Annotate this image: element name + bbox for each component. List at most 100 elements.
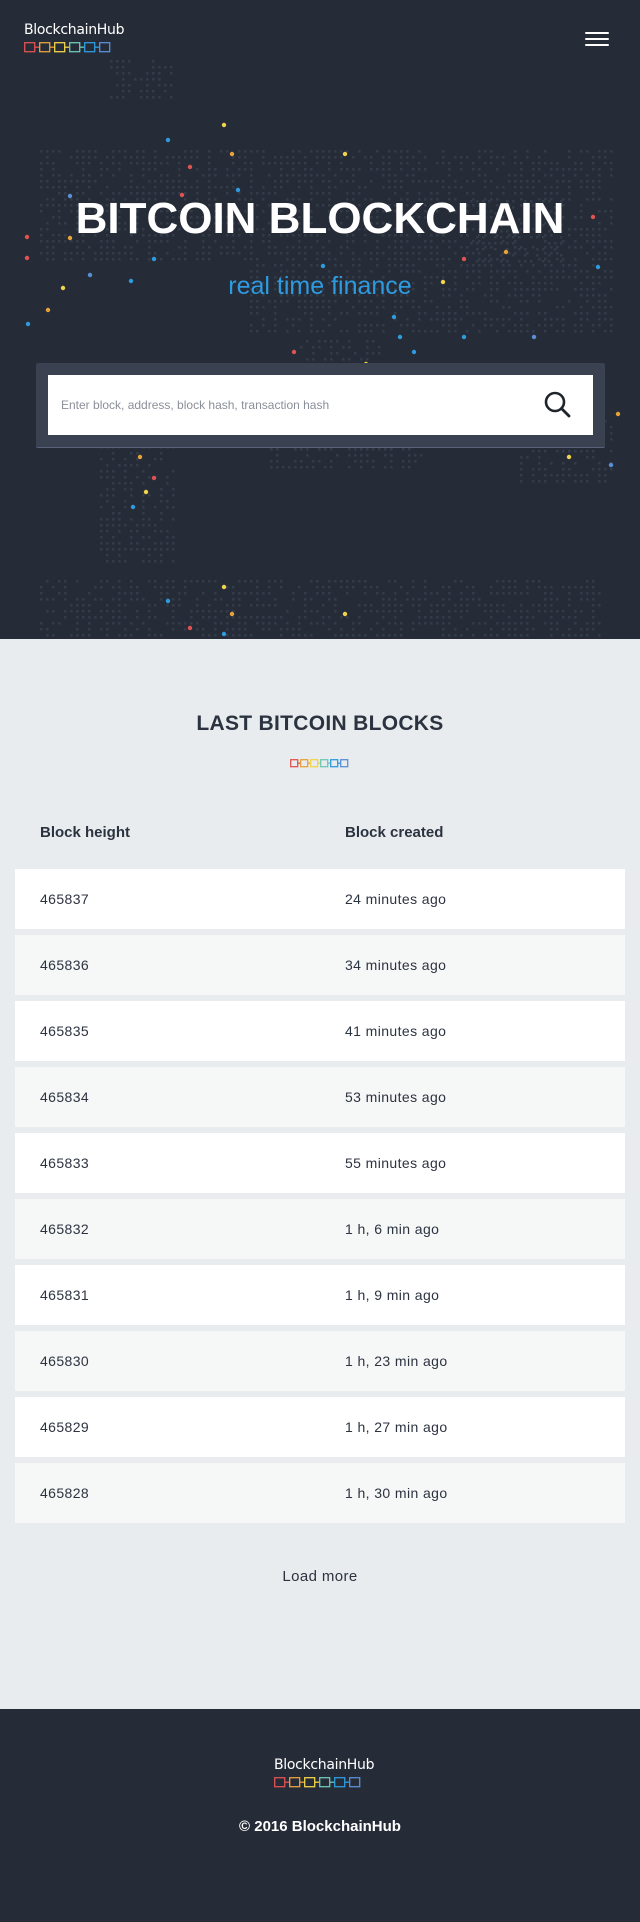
- block-created-cell: 1 h, 6 min ago: [345, 1221, 440, 1237]
- block-height-cell[interactable]: 465837: [40, 869, 89, 929]
- map-node-dot: [391, 314, 397, 320]
- chain-link: [340, 759, 349, 768]
- chain-link: [334, 1777, 346, 1788]
- block-created-cell: 24 minutes ago: [345, 891, 447, 907]
- table-row[interactable]: 465830 1 h, 23 min ago: [15, 1331, 625, 1391]
- chain-link: [69, 42, 81, 53]
- last-blocks-section: LAST BITCOIN BLOCKS Block height Block c…: [0, 639, 640, 1709]
- map-node-dot: [608, 462, 614, 468]
- block-created-cell: 1 h, 23 min ago: [345, 1353, 448, 1369]
- map-node-dot: [229, 151, 235, 157]
- search-input[interactable]: [48, 375, 528, 435]
- map-node-dot: [143, 489, 149, 495]
- table-row[interactable]: 465835 41 minutes ago: [15, 1001, 625, 1061]
- footer-logo[interactable]: BlockchainHub: [274, 1757, 374, 1788]
- block-height-cell[interactable]: 465836: [40, 935, 89, 995]
- hamburger-menu-icon[interactable]: [585, 30, 609, 48]
- table-row[interactable]: 465831 1 h, 9 min ago: [15, 1265, 625, 1325]
- table-row[interactable]: 465836 34 minutes ago: [15, 935, 625, 995]
- chain-link: [84, 42, 96, 53]
- chain-link: [24, 42, 36, 53]
- chain-link: [304, 1777, 316, 1788]
- block-height-cell[interactable]: 465834: [40, 1067, 89, 1127]
- map-node-dot: [151, 256, 157, 262]
- chain-divider-icon: [290, 759, 349, 768]
- table-row[interactable]: 465828 1 h, 30 min ago: [15, 1463, 625, 1523]
- footer: BlockchainHub © 2016 BlockchainHub: [0, 1709, 640, 1922]
- table-row[interactable]: 465829 1 h, 27 min ago: [15, 1397, 625, 1457]
- map-node-dot: [461, 334, 467, 340]
- map-node-dot: [165, 598, 171, 604]
- map-node-dot: [229, 611, 235, 617]
- chain-link: [274, 1777, 286, 1788]
- map-node-dot: [461, 256, 467, 262]
- map-node-dot: [221, 122, 227, 128]
- chain-link: [39, 42, 51, 53]
- block-height-cell[interactable]: 465833: [40, 1133, 89, 1193]
- block-created-cell: 1 h, 9 min ago: [345, 1287, 440, 1303]
- map-dot-grid: [40, 60, 613, 637]
- block-height-cell[interactable]: 465832: [40, 1199, 89, 1259]
- block-height-cell[interactable]: 465830: [40, 1331, 89, 1391]
- map-node-dot: [165, 137, 171, 143]
- hero-title: BITCOIN BLOCKCHAIN: [75, 194, 565, 243]
- block-created-cell: 41 minutes ago: [345, 1023, 447, 1039]
- block-height-cell[interactable]: 465835: [40, 1001, 89, 1061]
- chain-link: [54, 42, 66, 53]
- hero-section: BlockchainHub BITCOIN BLOCKCHAIN real ti…: [0, 0, 640, 639]
- chain-logo-icon: [24, 42, 111, 53]
- column-header-block-height: Block height: [40, 824, 131, 841]
- blocks-table: 465837 24 minutes ago 465836 34 minutes …: [15, 869, 625, 1529]
- block-created-cell: 53 minutes ago: [345, 1089, 447, 1105]
- table-row[interactable]: 465833 55 minutes ago: [15, 1133, 625, 1193]
- map-node-dot: [24, 255, 30, 261]
- map-node-dot: [151, 475, 157, 481]
- chain-link: [349, 1777, 361, 1788]
- block-height-cell[interactable]: 465831: [40, 1265, 89, 1325]
- load-more-button[interactable]: Load more: [270, 1564, 370, 1590]
- map-node-dot: [25, 321, 31, 327]
- chain-link: [290, 759, 299, 768]
- map-node-dot: [137, 454, 143, 460]
- map-node-dot: [342, 611, 348, 617]
- map-node-dot: [187, 625, 193, 631]
- chain-link: [289, 1777, 301, 1788]
- search-container: [36, 363, 605, 448]
- chain-link: [320, 759, 329, 768]
- map-node-dot: [342, 151, 348, 157]
- map-node-dot: [221, 584, 227, 590]
- chain-logo-icon: [274, 1777, 361, 1788]
- block-height-cell[interactable]: 465829: [40, 1397, 89, 1457]
- chain-link: [330, 759, 339, 768]
- brand-logo-text: BlockchainHub: [24, 22, 125, 38]
- map-node-dot: [291, 349, 297, 355]
- copyright-text: © 2016 BlockchainHub: [239, 1818, 401, 1835]
- search-box: [48, 375, 593, 435]
- table-row[interactable]: 465834 53 minutes ago: [15, 1067, 625, 1127]
- map-node-dot: [221, 631, 227, 637]
- chain-link: [310, 759, 319, 768]
- search-icon[interactable]: [538, 385, 578, 425]
- world-map-background: [24, 60, 621, 637]
- chain-link: [300, 759, 309, 768]
- block-created-cell: 34 minutes ago: [345, 957, 447, 973]
- chain-link: [99, 42, 111, 53]
- block-created-cell: 1 h, 27 min ago: [345, 1419, 448, 1435]
- hero-subtitle: real time finance: [228, 272, 412, 300]
- chain-link: [319, 1777, 331, 1788]
- column-header-block-created: Block created: [345, 824, 444, 841]
- map-node-dot: [45, 307, 51, 313]
- map-node-dot: [411, 349, 417, 355]
- map-node-dot: [187, 164, 193, 170]
- table-row[interactable]: 465832 1 h, 6 min ago: [15, 1199, 625, 1259]
- footer-logo-text: BlockchainHub: [274, 1757, 375, 1773]
- map-node-dot: [615, 411, 621, 417]
- block-created-cell: 1 h, 30 min ago: [345, 1485, 448, 1501]
- section-title: LAST BITCOIN BLOCKS: [196, 712, 444, 735]
- map-node-dot: [566, 454, 572, 460]
- map-node-dot: [397, 334, 403, 340]
- block-height-cell[interactable]: 465828: [40, 1463, 89, 1523]
- block-created-cell: 55 minutes ago: [345, 1155, 447, 1171]
- brand-logo[interactable]: BlockchainHub: [24, 22, 124, 53]
- table-row[interactable]: 465837 24 minutes ago: [15, 869, 625, 929]
